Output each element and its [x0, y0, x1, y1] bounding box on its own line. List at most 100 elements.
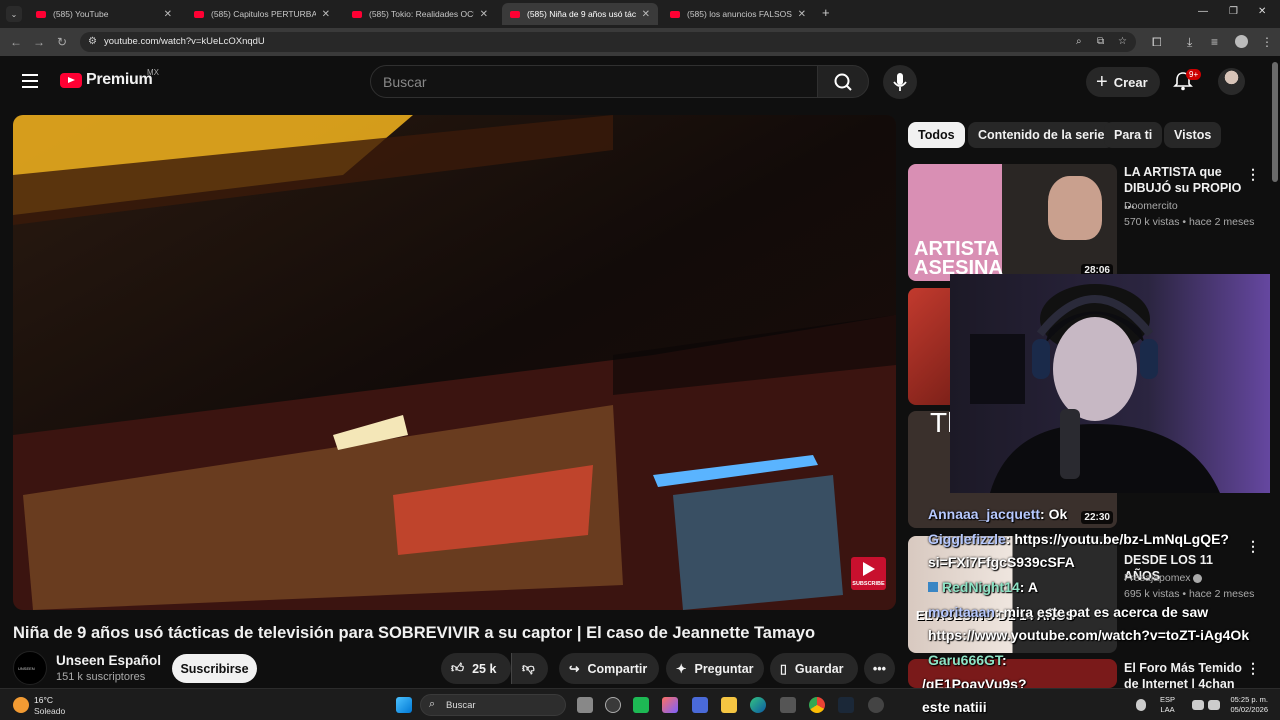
chip-watched[interactable]: Vistos	[1164, 122, 1222, 148]
search-input[interactable]	[383, 74, 783, 90]
copilot-icon[interactable]	[662, 697, 678, 713]
chat-text: : https://youtu.be/bz-LmNqLgQE?	[1005, 531, 1229, 547]
rec-channel[interactable]: Doomercito	[1124, 200, 1178, 212]
share-label: Compartir	[587, 661, 648, 676]
task-view-icon[interactable]	[577, 697, 593, 713]
rec-more-icon[interactable]: ⋮	[1246, 538, 1260, 555]
channel-avatar[interactable]: UNSEEN	[13, 651, 47, 685]
subscribe-button[interactable]: Suscribirse	[172, 654, 257, 683]
tab-search-chevron-icon[interactable]: ⌄	[6, 6, 22, 22]
app-icon[interactable]	[605, 697, 621, 713]
forward-arrow-icon[interactable]: →	[33, 35, 45, 49]
weather-description[interactable]: Soleado	[34, 706, 65, 716]
language-indicator[interactable]: ESP LAA	[1160, 695, 1175, 715]
back-arrow-icon[interactable]: ←	[10, 35, 22, 49]
logo-region: MX	[147, 68, 159, 77]
youtube-favicon-icon	[352, 10, 362, 18]
store-icon[interactable]	[692, 697, 708, 713]
restore-icon[interactable]: ❐	[1229, 6, 1238, 17]
browser-tab[interactable]: (585) los anuncios FALSOS de J ✕	[662, 3, 814, 25]
more-actions-button[interactable]: •••	[864, 653, 895, 684]
like-count: 25 k	[472, 661, 497, 676]
volume-icon[interactable]	[1208, 700, 1220, 710]
app-green-icon[interactable]	[633, 697, 649, 713]
wifi-icon[interactable]	[1192, 700, 1204, 710]
dislike-button[interactable]: 👎︎	[511, 653, 548, 684]
video-frame	[13, 115, 896, 610]
channel-name[interactable]: Unseen Español	[56, 653, 161, 668]
edge-icon[interactable]	[750, 697, 766, 713]
browser-tab[interactable]: (585) Tokio: Realidades OCULTAS ✕	[344, 3, 496, 25]
install-app-icon[interactable]: ⧉	[1097, 36, 1104, 47]
browser-menu-icon[interactable]: ⋮	[1261, 35, 1273, 49]
file-explorer-icon[interactable]	[721, 697, 737, 713]
search-icon	[834, 73, 852, 91]
extensions-icon[interactable]: ⧠	[1152, 35, 1162, 50]
browser-tab[interactable]: (585) YouTube ✕	[28, 3, 180, 25]
steam-icon[interactable]	[838, 697, 854, 713]
chrome-icon[interactable]	[809, 697, 825, 713]
profile-icon[interactable]	[1235, 35, 1248, 48]
ask-button[interactable]: ✦ Preguntar	[666, 653, 764, 684]
rec-more-icon[interactable]: ⋮	[1246, 166, 1260, 183]
search-button[interactable]	[817, 65, 869, 98]
chat-message-continued: este natiii	[922, 699, 987, 715]
search-box[interactable]	[370, 65, 818, 98]
rec-more-icon[interactable]: ⋮	[1246, 660, 1260, 677]
clock-date: 05/02/2026	[1230, 705, 1268, 714]
weather-sun-icon[interactable]	[13, 697, 29, 713]
weather-temperature[interactable]: 16°C	[34, 695, 53, 705]
microphone-tray-icon[interactable]	[1136, 699, 1146, 711]
thumbnail-face	[1048, 176, 1102, 240]
tab-close-icon[interactable]: ✕	[798, 9, 806, 20]
reload-icon[interactable]: ↻	[57, 35, 67, 49]
browser-tab[interactable]: (585) Capitulos PERTURBADORES ✕	[186, 3, 338, 25]
voice-search-button[interactable]	[883, 65, 917, 99]
save-button[interactable]: ▯ Guardar	[770, 653, 858, 684]
tab-close-icon[interactable]: ✕	[480, 9, 488, 20]
bookmark-star-icon[interactable]: ☆	[1118, 36, 1127, 47]
reading-list-icon[interactable]: ≡	[1211, 35, 1218, 49]
url-text[interactable]: youtube.com/watch?v=kUeLcOXnqdU	[104, 36, 265, 47]
zoom-icon[interactable]: ⌕	[1076, 36, 1082, 47]
taskbar-search[interactable]: ⌕ Buscar	[420, 694, 566, 716]
start-windows-icon[interactable]	[396, 697, 412, 713]
rec-channel[interactable]: Fresajapomex	[1124, 572, 1203, 584]
like-button[interactable]: 👍︎ 25 k	[441, 653, 511, 684]
close-window-icon[interactable]: ✕	[1258, 6, 1266, 17]
address-bar[interactable]: ⚙ youtube.com/watch?v=kUeLcOXnqdU ⌕ ⧉ ☆	[80, 32, 1136, 52]
tab-close-icon[interactable]: ✕	[322, 9, 330, 20]
tab-close-icon[interactable]: ✕	[164, 9, 172, 20]
app-icon[interactable]	[868, 697, 884, 713]
chip-series-content[interactable]: Contenido de la serie	[968, 122, 1115, 148]
chip-for-you[interactable]: Para ti	[1104, 122, 1163, 148]
download-icon[interactable]: ⤓	[1187, 35, 1192, 50]
browser-tab-active[interactable]: (585) Niña de 9 años usó tácticas ✕	[502, 3, 658, 25]
share-button[interactable]: ↪ Compartir	[559, 653, 659, 684]
chat-message: Annaaa_jacquett: Ok	[928, 506, 1067, 522]
create-button[interactable]: + Crear	[1086, 67, 1160, 97]
create-label: Crear	[1113, 74, 1148, 90]
tab-close-icon[interactable]: ✕	[642, 9, 650, 20]
video-player[interactable]	[13, 115, 896, 610]
system-clock[interactable]: 05:25 p. m. 05/02/2026	[1225, 695, 1268, 715]
rec-thumbnail[interactable]: ARTISTA ASESINA 28:06	[908, 164, 1117, 281]
new-tab-plus-icon[interactable]: +	[822, 5, 830, 20]
minimize-icon[interactable]: —	[1198, 6, 1208, 17]
youtube-logo-icon[interactable]	[60, 73, 82, 88]
account-avatar[interactable]	[1218, 68, 1245, 95]
scrollbar-thumb[interactable]	[1272, 62, 1278, 182]
chip-all[interactable]: Todos	[908, 122, 965, 148]
app-icon[interactable]	[780, 697, 796, 713]
hamburger-menu-icon[interactable]	[22, 74, 38, 88]
ask-label: Preguntar	[694, 661, 754, 676]
share-arrow-icon: ↪	[569, 662, 580, 676]
save-label: Guardar	[794, 661, 844, 676]
page-scrollbar[interactable]	[1270, 56, 1280, 688]
sparkle-icon: ✦	[676, 662, 687, 676]
site-info-icon[interactable]: ⚙	[88, 36, 97, 47]
logo-text[interactable]: Premium	[86, 71, 153, 89]
chat-badge-icon	[928, 582, 938, 592]
rec-meta: 695 k vistas • hace 2 meses	[1124, 588, 1255, 600]
clock-time: 05:25 p. m.	[1230, 695, 1268, 704]
